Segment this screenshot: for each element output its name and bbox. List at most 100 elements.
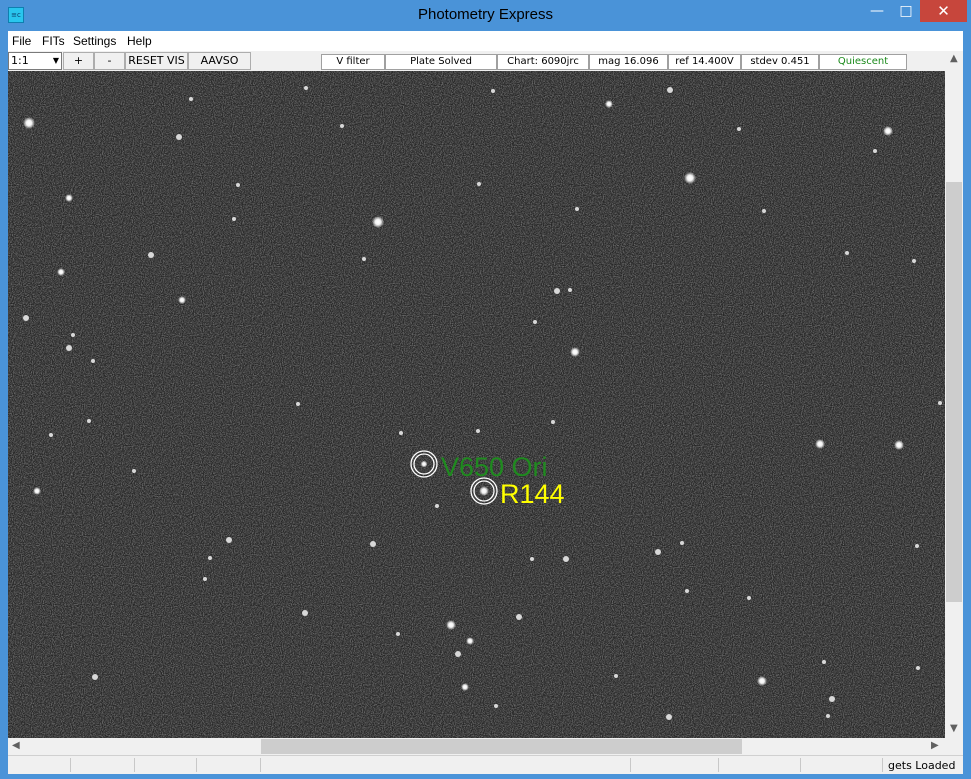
zoom-select[interactable]: 1:1 ▼: [8, 52, 62, 70]
scroll-up-icon[interactable]: ▲: [950, 53, 958, 64]
star: [747, 596, 751, 600]
star: [684, 172, 696, 184]
star: [396, 632, 400, 636]
star: [57, 268, 65, 276]
star: [666, 714, 672, 720]
star: [176, 134, 182, 140]
star: [815, 439, 825, 449]
maximize-button[interactable]: □: [892, 0, 920, 22]
star: [91, 359, 95, 363]
star: [479, 486, 489, 496]
star: [570, 347, 580, 357]
star: [148, 252, 154, 258]
star: [132, 469, 136, 473]
star: [304, 86, 308, 90]
star: [71, 333, 75, 337]
ref-panel: ref 14.400V: [668, 54, 741, 70]
chart-panel: Chart: 6090jrc: [497, 54, 589, 70]
star: [203, 577, 207, 581]
star: [655, 549, 661, 555]
star: [530, 557, 534, 561]
horizontal-scrollbar[interactable]: ◀ ▶: [8, 738, 945, 755]
vertical-scrollbar[interactable]: ▲ ▼: [945, 51, 963, 738]
scroll-corner: [945, 738, 963, 755]
star: [446, 620, 456, 630]
star: [372, 216, 384, 228]
status-cell: [134, 758, 197, 772]
target-label: V650 Ori: [441, 452, 548, 482]
star: [420, 460, 428, 468]
status-text: gets Loaded: [888, 759, 956, 772]
star: [757, 676, 767, 686]
star: [605, 100, 613, 108]
star: [399, 431, 403, 435]
scroll-right-icon[interactable]: ▶: [931, 740, 939, 751]
star: [894, 440, 904, 450]
horizontal-scroll-thumb[interactable]: [261, 739, 742, 754]
star: [461, 683, 469, 691]
star: [829, 696, 835, 702]
reset-vis-button[interactable]: RESET VIS: [125, 52, 188, 70]
star: [883, 126, 893, 136]
star-field[interactable]: V650 Ori R144: [8, 71, 945, 738]
state-panel: Quiescent: [819, 54, 907, 70]
star: [455, 651, 461, 657]
star: [563, 556, 569, 562]
fits-image-view[interactable]: V650 Ori R144: [8, 71, 945, 738]
star: [554, 288, 560, 294]
minimize-button[interactable]: —: [862, 0, 892, 22]
reference-label: R144: [500, 479, 565, 509]
star: [516, 614, 522, 620]
mag-panel: mag 16.096: [589, 54, 668, 70]
star: [49, 433, 53, 437]
menu-file[interactable]: File: [12, 34, 31, 48]
star: [845, 251, 849, 255]
star: [680, 541, 684, 545]
star: [822, 660, 826, 664]
star: [614, 674, 618, 678]
star: [916, 666, 920, 670]
status-cell: [718, 758, 801, 772]
star: [226, 537, 232, 543]
menu-fits[interactable]: FITs: [42, 34, 65, 48]
star: [667, 87, 673, 93]
star: [340, 124, 344, 128]
menu-settings[interactable]: Settings: [73, 34, 116, 48]
status-bar: gets Loaded: [8, 755, 963, 774]
scroll-left-icon[interactable]: ◀: [12, 740, 20, 751]
scroll-down-icon[interactable]: ▼: [950, 723, 958, 734]
status-cell: [260, 758, 631, 772]
close-button[interactable]: ✕: [920, 0, 967, 22]
star: [87, 419, 91, 423]
status-cell: [70, 758, 135, 772]
star: [533, 320, 537, 324]
maximize-icon: □: [899, 3, 913, 19]
zoom-value: 1:1: [11, 54, 29, 67]
star: [494, 704, 498, 708]
star: [65, 194, 73, 202]
zoom-out-button[interactable]: -: [94, 52, 125, 70]
status-cell: [196, 758, 261, 772]
aavso-button[interactable]: AAVSO: [188, 52, 251, 70]
stdev-panel: stdev 0.451: [741, 54, 819, 70]
vertical-scroll-thumb[interactable]: [946, 182, 962, 602]
star: [236, 183, 240, 187]
menu-help[interactable]: Help: [127, 34, 152, 48]
star: [762, 209, 766, 213]
app-window: ≡c Photometry Express — □ ✕ File FITs Se…: [0, 0, 971, 779]
star: [575, 207, 579, 211]
star: [568, 288, 572, 292]
star: [477, 182, 481, 186]
menu-bar: File FITs Settings Help: [8, 31, 963, 51]
star: [435, 504, 439, 508]
star: [208, 556, 212, 560]
star: [685, 589, 689, 593]
close-icon: ✕: [937, 2, 950, 20]
star: [362, 257, 366, 261]
minimize-icon: —: [870, 3, 884, 19]
status-cell: [630, 758, 719, 772]
zoom-in-button[interactable]: +: [63, 52, 94, 70]
star: [370, 541, 376, 547]
star: [912, 259, 916, 263]
star: [466, 637, 474, 645]
